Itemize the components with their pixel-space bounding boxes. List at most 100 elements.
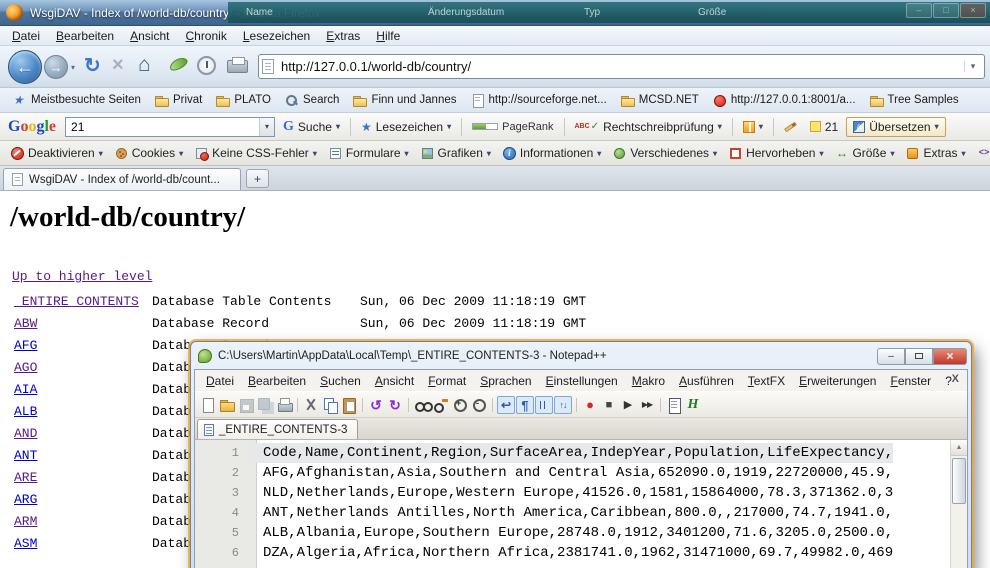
entry-link[interactable]: ARE	[14, 470, 37, 485]
undo-icon[interactable]	[367, 396, 385, 414]
separator[interactable]	[489, 396, 496, 414]
separator[interactable]	[573, 396, 580, 414]
entry-link[interactable]: ARM	[14, 514, 37, 529]
close-document-button[interactable]: X	[952, 373, 959, 385]
webdev-menu-item[interactable]: Keine CSS-Fehler ▾	[190, 144, 322, 162]
history-clock-icon[interactable]	[197, 56, 216, 75]
google-search-button[interactable]: G Suche ▾	[278, 117, 345, 137]
notepadpp-menu-item[interactable]: Datei	[199, 373, 241, 389]
notepadpp-menu-item[interactable]: Ansicht	[368, 373, 421, 389]
autofill-pencil-button[interactable]	[779, 123, 802, 131]
notepadpp-menu-item[interactable]: Erweiterungen	[792, 373, 883, 389]
bookmark-item[interactable]: PLATO	[209, 92, 278, 109]
bookmark-item[interactable]: http://sourceforge.net...	[464, 92, 614, 109]
webdev-menu-item[interactable]: Extras ▾	[901, 144, 970, 162]
indent-guide-icon[interactable]	[535, 396, 553, 414]
webdev-menu-item[interactable]: Grafiken ▾	[416, 144, 496, 162]
translate-button[interactable]: a Übersetzen ▾	[846, 117, 945, 137]
menu-item[interactable]: Hilfe	[368, 28, 408, 44]
url-bar[interactable]: http://127.0.0.1/world-db/country/ ▾	[258, 54, 985, 79]
extras-gift-button[interactable]: ▾	[738, 119, 768, 135]
separator[interactable]	[359, 396, 366, 414]
google-search-dropdown-icon[interactable]: ▾	[259, 118, 274, 136]
bookmark-item[interactable]: Meistbesuchte Seiten	[6, 92, 148, 109]
forward-button[interactable]: →	[44, 55, 68, 79]
scroll-up-icon[interactable]: ▲	[951, 440, 967, 456]
entry-link[interactable]: AND	[14, 426, 37, 441]
google-search-box[interactable]: 21 ▾	[65, 117, 275, 137]
show-all-characters-icon[interactable]	[516, 396, 534, 414]
stop-button[interactable]: ×	[112, 53, 124, 77]
entry-link[interactable]: AIA	[14, 382, 37, 397]
menu-item[interactable]: Extras	[318, 28, 368, 44]
notepadpp-menu-item[interactable]: Sprachen	[473, 373, 538, 389]
run-macro-multiple-icon[interactable]	[638, 396, 656, 414]
bookmark-item[interactable]: Finn und Jannes	[346, 92, 463, 109]
notepadpp-menu-item[interactable]: Ausführen	[672, 373, 741, 389]
record-macro-icon[interactable]	[581, 396, 599, 414]
bookmark-item[interactable]: MCSD.NET	[614, 92, 706, 109]
entry-link[interactable]: ALB	[14, 404, 37, 419]
notepadpp-menu-item[interactable]: Bearbeiten	[241, 373, 313, 389]
line-text[interactable]: DZA,Algeria,Africa,Northern Africa,23817…	[249, 543, 893, 563]
entry-link[interactable]: ABW	[14, 316, 37, 331]
bookmark-item[interactable]: Tree Samples	[863, 92, 966, 109]
menu-item[interactable]: Ansicht	[122, 28, 177, 44]
cut-icon[interactable]	[302, 396, 320, 414]
close-button[interactable]: ×	[960, 3, 986, 18]
webdev-menu-item[interactable]: Quelltext ▾	[973, 144, 990, 162]
entry-link[interactable]: ASM	[14, 536, 37, 551]
line-text[interactable]: ANT,Netherlands Antilles,North America,C…	[249, 503, 893, 523]
maximize-button[interactable]	[905, 348, 933, 365]
sync-scrolling-icon[interactable]	[554, 396, 572, 414]
spellcheck-button[interactable]: ABC ✓ Rechtschreibprüfung ▾	[570, 118, 727, 136]
save-all-icon[interactable]	[256, 396, 274, 414]
replace-icon[interactable]	[432, 396, 450, 414]
webdev-menu-item[interactable]: Formulare ▾	[324, 144, 414, 162]
entry-link[interactable]: _ENTIRE CONTENTS	[14, 294, 139, 309]
close-button[interactable]: ×	[933, 348, 967, 365]
line-text[interactable]: Code,Name,Continent,Region,SurfaceArea,I…	[249, 443, 893, 463]
pagerank-widget[interactable]: PageRank	[467, 119, 558, 135]
google-bookmarks-button[interactable]: ★ Lesezeichen ▾	[356, 118, 456, 136]
separator[interactable]	[405, 396, 412, 414]
minimize-button[interactable]: –	[877, 348, 905, 365]
line-text[interactable]: AFG,Afghanistan,Asia,Southern and Centra…	[249, 463, 893, 483]
notepadpp-menu-item[interactable]: TextFX	[741, 373, 792, 389]
google-search-value[interactable]: 21	[66, 120, 259, 134]
separator[interactable]	[294, 396, 301, 414]
url-dropdown-icon[interactable]: ▾	[964, 61, 981, 72]
print-icon[interactable]	[275, 396, 293, 414]
highlight-term-button[interactable]: 21	[805, 118, 843, 136]
feather-extension-icon[interactable]	[168, 55, 189, 73]
line-text[interactable]: ALB,Albania,Europe,Southern Europe,28748…	[249, 523, 893, 543]
line-text[interactable]: NLD,Netherlands,Europe,Western Europe,41…	[249, 483, 893, 503]
menu-item[interactable]: Bearbeiten	[48, 28, 122, 44]
bookmark-item[interactable]: Privat	[148, 92, 209, 109]
webdev-menu-item[interactable]: Informationen ▾	[498, 144, 606, 162]
notepadpp-menu-item[interactable]: Suchen	[313, 373, 368, 389]
entry-link[interactable]: ARG	[14, 492, 37, 507]
notepadpp-titlebar[interactable]: C:\Users\Martin\AppData\Local\Temp\_ENTI…	[191, 342, 971, 367]
webdev-menu-item[interactable]: Größe ▾	[830, 144, 899, 162]
open-folder-icon[interactable]	[218, 396, 236, 414]
notepadpp-menu-item[interactable]: Fenster	[883, 373, 938, 389]
editor-area[interactable]: 1 Code,Name,Continent,Region,SurfaceArea…	[195, 440, 967, 568]
minimize-button[interactable]: –	[906, 3, 932, 18]
print-button[interactable]	[227, 60, 248, 73]
menu-item[interactable]: Chronik	[177, 28, 234, 44]
document-map-icon[interactable]	[665, 396, 683, 414]
bookmark-item[interactable]: http://127.0.0.1:8001/a...	[706, 92, 863, 109]
history-dropdown-icon[interactable]: ▾	[71, 63, 75, 72]
new-tab-button[interactable]: +	[246, 169, 269, 188]
menu-item[interactable]: Datei	[4, 28, 48, 44]
word-wrap-icon[interactable]	[497, 396, 515, 414]
menu-item[interactable]: Lesezeichen	[235, 28, 318, 44]
webdev-menu-item[interactable]: Verschiedenes ▾	[608, 144, 722, 162]
home-button[interactable]: ⌂	[138, 53, 151, 77]
notepadpp-menu-item[interactable]: Makro	[625, 373, 672, 389]
entry-link[interactable]: AFG	[14, 338, 37, 353]
zoom-in-icon[interactable]	[451, 396, 469, 414]
editor-scrollbar[interactable]: ▲	[950, 440, 967, 568]
stop-macro-icon[interactable]	[600, 396, 618, 414]
